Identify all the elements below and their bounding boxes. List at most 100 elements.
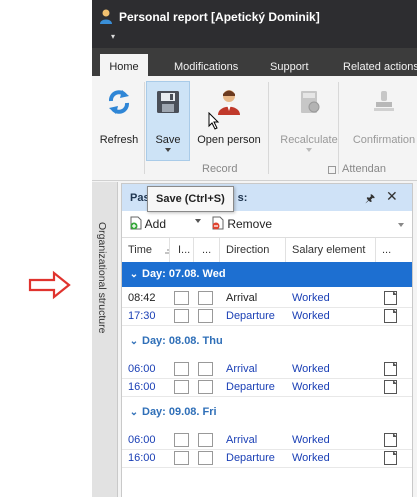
recalculate-dropdown-icon[interactable] [306, 148, 312, 152]
checkbox[interactable] [198, 451, 213, 465]
salary-element-cell: Worked [292, 292, 330, 304]
tab-modifications[interactable]: Modifications [174, 48, 238, 76]
calculator-icon [301, 91, 320, 113]
i-checkbox[interactable] [174, 433, 189, 447]
chevron-down-icon[interactable] [194, 217, 202, 225]
refresh-icon [109, 90, 129, 114]
chevron-down-icon[interactable]: ⌄ [126, 329, 142, 354]
open-person-button[interactable]: Open person [196, 82, 262, 152]
app-window: Personal report [Apetický Dominik] ▾ Hom… [92, 0, 417, 497]
group-label-record: Record [202, 163, 238, 175]
checkbox[interactable] [198, 380, 213, 394]
direction-cell: Arrival [226, 363, 258, 375]
day-label: Day: 09.08. Fri [142, 406, 217, 418]
i-checkbox[interactable] [174, 309, 189, 323]
checkbox[interactable] [198, 433, 213, 447]
table-row[interactable]: 06:00 Arrival Worked [122, 360, 412, 379]
time-cell: 16:00 [128, 381, 156, 393]
confirmation-button[interactable]: Confirmation [344, 82, 417, 152]
side-collapsed-panel[interactable]: Organizational structure [92, 182, 118, 497]
chevron-down-icon[interactable]: ⌄ [126, 262, 142, 287]
i-checkbox[interactable] [174, 291, 189, 305]
remove-icon [212, 216, 224, 230]
day-group-row[interactable]: ⌄ Day: 08.08. Thu [122, 329, 412, 354]
stamp-icon [374, 91, 394, 111]
checkbox[interactable] [198, 291, 213, 305]
floppy-disk-icon [157, 91, 179, 113]
recalculate-label: Recalculate [280, 134, 338, 146]
time-cell: 08:42 [128, 292, 156, 304]
add-icon [130, 216, 142, 230]
time-cell: 06:00 [128, 363, 156, 375]
save-dropdown-icon[interactable] [165, 148, 171, 152]
right-arrow-icon [28, 270, 71, 300]
remove-button[interactable]: Remove [212, 215, 272, 233]
column-header-i[interactable]: I... [170, 238, 194, 262]
note-icon[interactable] [384, 380, 397, 394]
toolbar-overflow-icon[interactable] [398, 222, 404, 228]
column-header-more[interactable]: ... [376, 238, 412, 262]
passages-panel: Pas s: 🖈 ✕ Add Remove Time I... ... Dire… [121, 183, 413, 497]
checkbox[interactable] [198, 309, 213, 323]
remove-label: Remove [227, 217, 273, 231]
refresh-button[interactable]: Refresh [96, 82, 142, 152]
table-row[interactable]: 17:30 Departure Worked [122, 307, 412, 326]
direction-cell: Departure [226, 310, 275, 322]
time-cell: 16:00 [128, 452, 156, 464]
note-icon[interactable] [384, 362, 397, 376]
tab-support[interactable]: Support [270, 48, 309, 76]
column-header-direction[interactable]: Direction [220, 238, 286, 262]
group-launcher-icon[interactable] [328, 166, 336, 174]
save-tooltip: Save (Ctrl+S) [147, 186, 234, 212]
salary-element-cell: Worked [292, 381, 330, 393]
ribbon-tabs: Home Modifications Support Related actio… [92, 48, 417, 76]
direction-cell: Arrival [226, 292, 258, 304]
add-button[interactable]: Add [130, 215, 166, 233]
ribbon-separator [338, 82, 339, 174]
note-icon[interactable] [384, 291, 397, 305]
recalculate-button[interactable]: Recalculate [276, 82, 342, 152]
salary-element-cell: Worked [292, 363, 330, 375]
i-checkbox[interactable] [174, 362, 189, 376]
side-panel-label[interactable]: Organizational structure [96, 222, 108, 333]
day-group-row[interactable]: ⌄ Day: 07.08. Wed [122, 262, 412, 287]
tab-related-actions[interactable]: Related actions [343, 48, 417, 76]
confirmation-label: Confirmation [352, 134, 416, 146]
chevron-down-icon[interactable]: ⌄ [126, 400, 142, 425]
day-label: Day: 07.08. Wed [142, 268, 226, 280]
tab-home[interactable]: Home [100, 54, 148, 76]
note-icon[interactable] [384, 309, 397, 323]
window-menu-icon[interactable]: ▾ [111, 32, 115, 41]
note-icon[interactable] [384, 451, 397, 465]
day-group-row[interactable]: ⌄ Day: 09.08. Fri [122, 400, 412, 425]
refresh-label: Refresh [99, 134, 139, 146]
close-icon[interactable]: ✕ [386, 188, 398, 205]
direction-cell: Departure [226, 452, 275, 464]
title-bar: Personal report [Apetický Dominik] ▾ [92, 0, 417, 48]
direction-cell: Arrival [226, 434, 258, 446]
note-icon[interactable] [384, 433, 397, 447]
i-checkbox[interactable] [174, 380, 189, 394]
save-label: Save [155, 134, 181, 146]
panel-toolbar: Add Remove [122, 212, 412, 236]
ribbon-separator [268, 82, 269, 174]
pin-icon[interactable]: 🖈 [365, 190, 375, 209]
salary-element-cell: Worked [292, 310, 330, 322]
i-checkbox[interactable] [174, 451, 189, 465]
table-row[interactable]: 16:00 Departure Worked [122, 378, 412, 397]
column-header-time[interactable]: Time [122, 238, 170, 262]
table-row[interactable]: 08:42 Arrival Worked [122, 289, 412, 308]
checkbox[interactable] [198, 362, 213, 376]
direction-cell: Departure [226, 381, 275, 393]
time-cell: 06:00 [128, 434, 156, 446]
save-button[interactable]: Save [146, 81, 190, 161]
day-label: Day: 08.08. Thu [142, 335, 223, 347]
salary-element-cell: Worked [292, 452, 330, 464]
salary-element-cell: Worked [292, 434, 330, 446]
table-row[interactable]: 16:00 Departure Worked [122, 449, 412, 468]
column-header-salary-element[interactable]: Salary element [286, 238, 376, 262]
table-row[interactable]: 06:00 Arrival Worked [122, 431, 412, 450]
add-label: Add [144, 217, 167, 231]
column-header-dots[interactable]: ... [194, 238, 220, 262]
person-icon [100, 9, 112, 24]
